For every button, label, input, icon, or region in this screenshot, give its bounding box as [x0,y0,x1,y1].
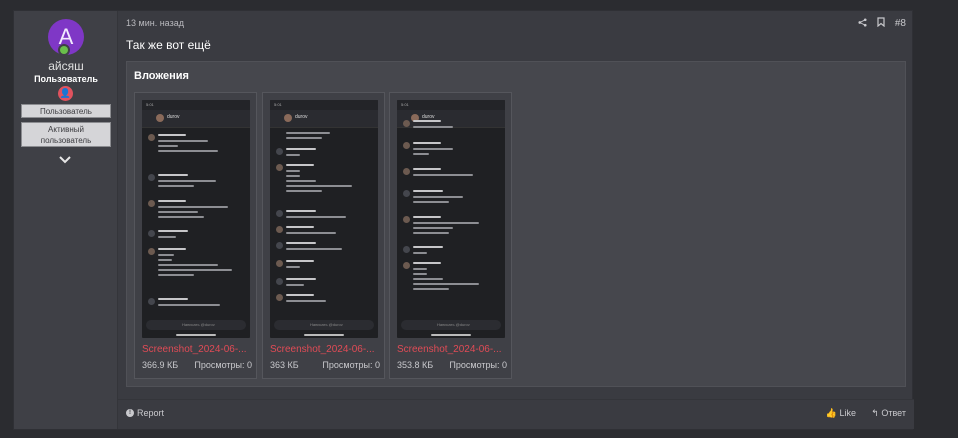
attachment-filename-link[interactable]: Screenshot_2024-06-... [270,344,380,355]
post-number-link[interactable]: #8 [895,18,906,29]
user-info-column: A айсяш Пользователь 👤 Пользователь Акти… [14,11,118,429]
bookmark-icon[interactable] [877,17,885,30]
online-status-icon [58,44,70,56]
attachment-filename-link[interactable]: Screenshot_2024-06-... [397,344,507,355]
attachment-size: 353.8 КБ [397,360,434,370]
attachments-block: Вложения 5:01 durov Написать @durov Scre… [126,61,906,387]
reply-label: Ответ [881,408,906,418]
post-timestamp[interactable]: 13 мин. назад [126,18,184,28]
user-banner-active: Активный пользователь [21,122,111,147]
attachments-title: Вложения [134,70,189,82]
attachment-item[interactable]: 5:01 durov Написать @durov Screenshot_20… [134,92,257,379]
user-role-icon: 👤 [58,86,73,101]
attachment-size: 366.9 КБ [142,360,179,370]
thumbs-up-icon: 👍 [825,408,837,418]
attachment-thumbnail[interactable]: 5:01 durov Написать @durov [270,100,378,338]
attachment-size: 363 КБ [270,360,299,370]
username[interactable]: айсяш [14,59,118,73]
message-main: 13 мин. назад #8 Так же вот ещё Вложения… [118,11,914,429]
report-icon: ! [126,409,134,417]
reply-button[interactable]: ↰ Ответ [871,408,906,419]
like-button[interactable]: 👍 Like [826,408,856,419]
report-button[interactable]: ! Report [126,408,164,418]
attachment-thumbnail[interactable]: 5:01 durov Написать @durov [397,100,505,338]
post-header-actions: #8 [858,17,906,30]
attachment-views: Просмотры: 0 [322,360,380,370]
attachment-thumbnail[interactable]: 5:01 durov Написать @durov [142,100,250,338]
attachment-item[interactable]: 5:01 durov Написать @durov Screenshot_20… [389,92,512,379]
report-label: Report [137,408,165,418]
like-label: Like [839,408,856,418]
attachment-views: Просмотры: 0 [449,360,507,370]
reply-icon: ↰ [871,408,879,418]
post-footer: ! Report 👍 Like ↰ Ответ [118,399,914,429]
attachment-item[interactable]: 5:01 durov Написать @durov Screenshot_20… [262,92,385,379]
chevron-down-icon[interactable] [58,153,72,167]
attachment-filename-link[interactable]: Screenshot_2024-06-... [142,344,252,355]
attachment-views: Просмотры: 0 [194,360,252,370]
message-post: A айсяш Пользователь 👤 Пользователь Акти… [13,10,914,430]
user-banner-user: Пользователь [21,104,111,118]
share-icon[interactable] [858,17,867,30]
post-body-text: Так же вот ещё [126,38,211,52]
user-title: Пользователь [34,74,98,84]
